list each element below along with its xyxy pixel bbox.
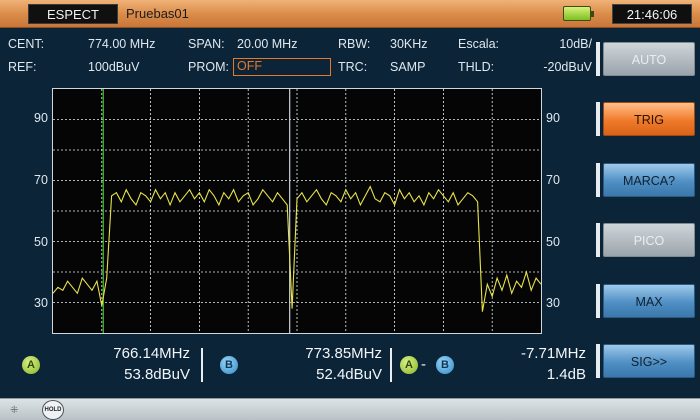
cent-label: CENT: — [8, 37, 45, 51]
ref-label: REF: — [8, 60, 37, 74]
softkey-notch — [596, 102, 600, 136]
y-tick-left-90: 90 — [34, 111, 48, 125]
cent-value: 774.00 MHz — [88, 37, 156, 51]
softkey-notch — [596, 42, 600, 76]
prom-label: PROM: — [188, 60, 229, 74]
thld-label: THLD: — [458, 60, 495, 74]
marker-b-badge: B — [220, 356, 238, 374]
y-tick-left-50: 50 — [34, 235, 48, 249]
marker-a-level: 53.8dBuV — [124, 366, 190, 383]
marker-a-badge: A — [22, 356, 40, 374]
thld-value: -20dBuV — [543, 60, 592, 74]
y-tick-right-30: 30 — [546, 296, 560, 310]
softkey-notch — [596, 344, 600, 378]
softkey-notch — [596, 284, 600, 318]
delta-minus: - — [421, 356, 426, 373]
softkey-notch — [596, 223, 600, 257]
y-tick-left-70: 70 — [34, 173, 48, 187]
span-value: 20.00 MHz — [237, 37, 298, 51]
pico-button[interactable]: PICO — [603, 223, 695, 257]
delta-a-badge: A — [400, 356, 418, 374]
max-button[interactable]: MAX — [603, 284, 695, 318]
top-bar: ESPECT Pruebas01 21:46:06 — [0, 0, 700, 28]
clock: 21:46:06 — [612, 4, 692, 24]
status-bar: ⁜ HOLD — [0, 398, 700, 420]
y-tick-left-30: 30 — [34, 296, 48, 310]
marker-b-freq: 773.85MHz — [305, 345, 382, 362]
ref-value: 100dBuV — [88, 60, 140, 74]
readout-divider-1 — [201, 348, 203, 382]
battery-icon — [563, 6, 594, 21]
file-name: Pruebas01 — [126, 6, 189, 21]
trig-button[interactable]: TRIG — [603, 102, 695, 136]
trc-label: TRC: — [338, 60, 368, 74]
prom-field[interactable]: OFF — [233, 58, 331, 76]
y-tick-right-70: 70 — [546, 173, 560, 187]
delta-freq: -7.71MHz — [520, 345, 586, 362]
spectrum-plot[interactable] — [52, 88, 542, 334]
marker-b-level: 52.4dBuV — [316, 366, 382, 383]
rbw-label: RBW: — [338, 37, 371, 51]
sig-button[interactable]: SIG>> — [603, 344, 695, 378]
y-tick-right-50: 50 — [546, 235, 560, 249]
rbw-value: 30KHz — [390, 37, 428, 51]
spectrum-svg — [53, 89, 541, 333]
readout-divider-2 — [390, 348, 392, 382]
trc-value: SAMP — [390, 60, 426, 74]
grip-icon: ⁜ — [10, 405, 19, 416]
hold-icon[interactable]: HOLD — [42, 400, 64, 420]
delta-b-badge: B — [436, 356, 454, 374]
escala-label: Escala: — [458, 37, 499, 51]
marker-a-freq: 766.14MHz — [113, 345, 190, 362]
mode-tab[interactable]: ESPECT — [28, 4, 118, 24]
softkey-notch — [596, 163, 600, 197]
delta-level: 1.4dB — [546, 366, 586, 383]
y-tick-right-90: 90 — [546, 111, 560, 125]
span-label: SPAN: — [188, 37, 225, 51]
auto-button[interactable]: AUTO — [603, 42, 695, 76]
escala-value: 10dB/ — [559, 37, 592, 51]
marca-button[interactable]: MARCA? — [603, 163, 695, 197]
